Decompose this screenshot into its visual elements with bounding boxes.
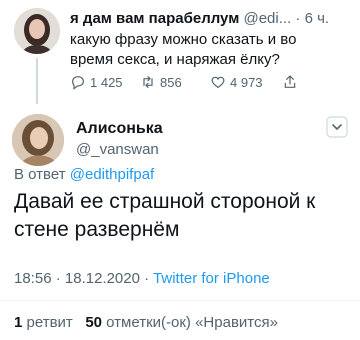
tweet-time[interactable]: 18:56 [14,270,52,287]
reply-icon [72,76,84,90]
chevron-down-icon [326,116,348,138]
meta-separator: · [55,270,61,287]
tweet-date[interactable]: 18.12.2020 [65,270,140,287]
heart-icon [211,76,225,89]
reply-author-name[interactable]: Алисонька [76,120,163,138]
divider [0,300,360,301]
thread-line [36,58,38,104]
engagement-stats: 1 ретвит 50 отметки(-ок) «Нравится» [14,314,278,331]
tweet-source-link[interactable]: Twitter for iPhone [153,270,270,287]
meta-separator: · [144,270,150,287]
reply-to-link[interactable]: @edithpifpaf [70,166,154,183]
reply-context: В ответ @edithpifpaf [14,166,154,183]
reply-to-label: В ответ [14,166,66,183]
reply-button[interactable]: 1 425 [70,74,123,90]
like-button[interactable]: 4 973 [210,74,263,90]
reply-count: 1 425 [90,74,123,90]
parent-time[interactable]: 6 ч. [305,10,330,27]
avatar-photo [14,8,60,54]
reply-avatar[interactable] [12,114,64,166]
avatar-photo [12,114,64,166]
retweet-button[interactable]: 856 [140,74,182,90]
share-button[interactable] [282,74,298,90]
parent-action-bar: 1 425 856 4 973 [70,74,310,94]
reply-tweet-text: Давай ее страшной стороной к стене разве… [14,190,316,241]
parent-avatar[interactable] [14,8,60,54]
like-count: 4 973 [230,74,263,90]
retweet-count: 856 [160,74,182,90]
retweet-icon [143,76,153,88]
parent-header: я дам вам парабеллум @edi... · 6 ч. [70,10,350,28]
parent-tweet-text: какую фразу можно сказать и во время сек… [70,31,297,68]
header-separator: · [295,10,301,27]
share-icon [284,75,296,88]
retweet-total[interactable]: 1 [14,314,22,331]
like-label[interactable]: отметки(-ок) «Нравится» [106,314,278,331]
more-options-button[interactable] [326,116,348,138]
parent-author-name[interactable]: я дам вам парабеллум [70,10,239,27]
retweet-label[interactable]: ретвит [27,314,73,331]
like-total[interactable]: 50 [85,314,102,331]
tweet-metadata: 18:56 · 18.12.2020 · Twitter for iPhone [14,270,270,287]
parent-author-handle[interactable]: @edi... [243,10,291,27]
reply-author-handle[interactable]: @_vanswan [76,141,159,158]
